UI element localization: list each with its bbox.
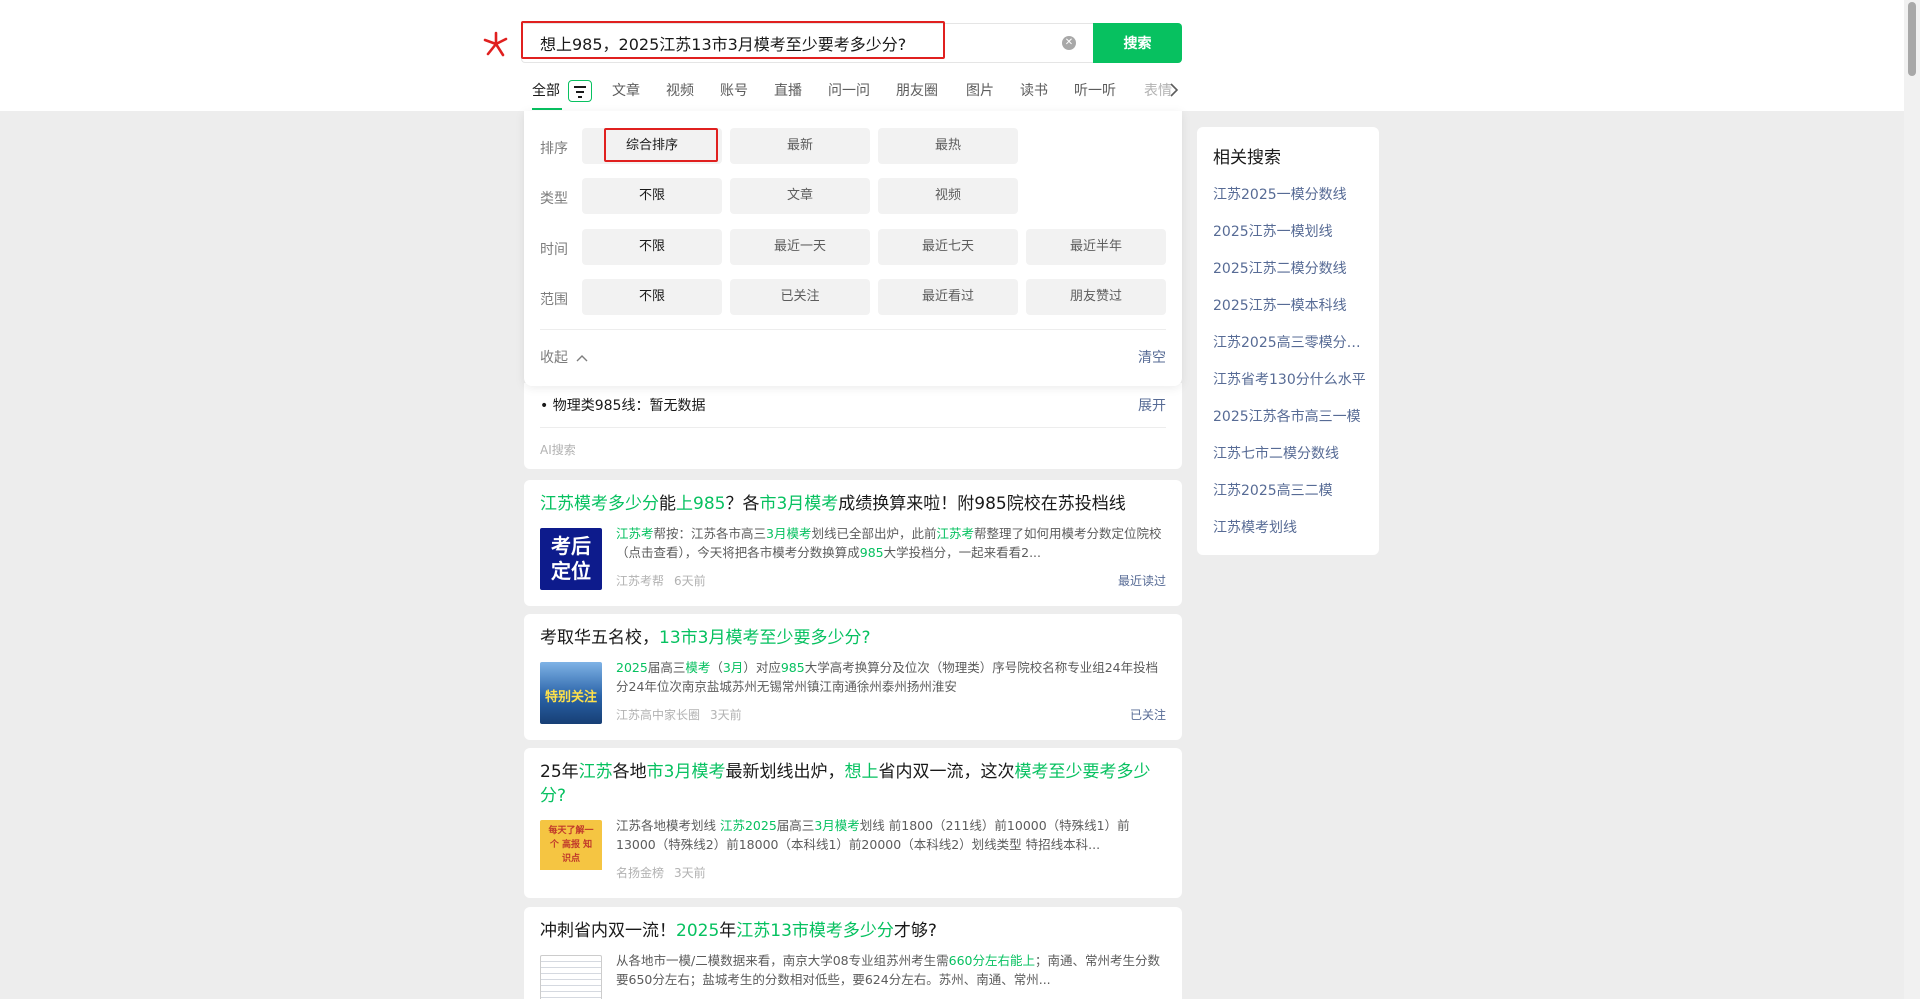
scope-option-followed[interactable]: 已关注 xyxy=(730,279,870,315)
result-title[interactable]: 冲刺省内双一流！2025年江苏13市模考多少分才够? xyxy=(540,919,1166,943)
result-meta: 江苏考帮 6天前 xyxy=(616,572,706,589)
filter-label-sort: 排序 xyxy=(540,141,568,157)
tab-images[interactable]: 图片 xyxy=(966,80,994,100)
tab-listen[interactable]: 听一听 xyxy=(1074,80,1116,100)
filter-label-time: 时间 xyxy=(540,242,568,258)
related-search-item[interactable]: 江苏七市二模分数线 xyxy=(1213,443,1368,463)
filter-panel: 排序 综合排序 最新 最热 类型 不限 文章 视频 时间 不限 最近一天 最近七… xyxy=(524,111,1182,386)
related-search-item[interactable]: 2025江苏各市高三一模 xyxy=(1213,406,1368,426)
scrollbar-track[interactable] xyxy=(1904,0,1920,999)
result-title[interactable]: 25年江苏各地市3月模考最新划线出炉，想上省内双一流，这次模考至少要考多少分? xyxy=(540,760,1166,808)
tab-live[interactable]: 直播 xyxy=(774,80,802,100)
time-option-half-year[interactable]: 最近半年 xyxy=(1026,229,1166,265)
tab-accounts[interactable]: 账号 xyxy=(720,80,748,100)
ai-summary-bullet: • 物理类985线：暂无数据 xyxy=(540,398,706,414)
result-meta: 江苏高中家长圈 3天前 xyxy=(616,706,742,723)
result-badge: 最近读过 xyxy=(1117,574,1166,588)
wechat-search-logo-icon[interactable] xyxy=(482,30,510,58)
result-description: 江苏考帮按：江苏各市高三3月模考划线已全部出炉，此前江苏考帮整理了如何用模考分数… xyxy=(616,526,1162,560)
result-meta: 名扬金榜 3天前 xyxy=(616,864,706,881)
result-thumbnail[interactable]: 特别关注 xyxy=(540,662,602,724)
sort-option-latest[interactable]: 最新 xyxy=(730,128,870,164)
related-searches-title: 相关搜索 xyxy=(1213,148,1281,168)
result-card-4[interactable]: 冲刺省内双一流！2025年江苏13市模考多少分才够? 从各地市一模/二模数据来看… xyxy=(524,907,1182,999)
scrollbar-thumb[interactable] xyxy=(1908,2,1916,76)
result-thumbnail-text: 考后定位 xyxy=(551,534,591,583)
result-description: 江苏各地模考划线 江苏2025届高三3月模考划线 前1800（211线）前100… xyxy=(616,818,1130,852)
scope-option-recently-viewed[interactable]: 最近看过 xyxy=(878,279,1018,315)
related-search-item[interactable]: 江苏2025高三零模分数线 xyxy=(1213,332,1368,352)
scope-option-friends-liked[interactable]: 朋友赞过 xyxy=(1026,279,1166,315)
result-description: 从各地市一模/二模数据来看，南京大学08专业组苏州考生需660分左右能上；南通、… xyxy=(616,953,1160,987)
related-search-item[interactable]: 江苏模考划线 xyxy=(1213,517,1368,537)
time-option-week[interactable]: 最近七天 xyxy=(878,229,1018,265)
result-time: 6天前 xyxy=(674,574,706,588)
ai-expand-button[interactable]: 展开 xyxy=(1138,395,1166,415)
result-time: 3天前 xyxy=(710,708,742,722)
result-time: 3天前 xyxy=(674,866,706,880)
result-card-2[interactable]: 考取华五名校，13市3月模考至少要多少分? 特别关注 2025届高三模考（3月）… xyxy=(524,614,1182,740)
type-option-video[interactable]: 视频 xyxy=(878,178,1018,214)
related-search-item[interactable]: 江苏2025高三二模 xyxy=(1213,480,1368,500)
result-thumbnail[interactable]: 考后定位 xyxy=(540,528,602,590)
related-search-item[interactable]: 2025江苏一模本科线 xyxy=(1213,295,1368,315)
related-searches-panel: 相关搜索 江苏2025一模分数线 2025江苏一模划线 2025江苏二模分数线 … xyxy=(1197,127,1379,555)
search-box[interactable] xyxy=(521,23,1093,63)
top-bar: ✕ 搜索 全部 文章 视频 账号 直播 问一问 朋友圈 图片 读书 听一听 表情 xyxy=(0,0,1904,111)
scope-option-any[interactable]: 不限 xyxy=(582,279,722,315)
related-search-item[interactable]: 江苏省考130分什么水平 xyxy=(1213,369,1368,389)
time-option-any[interactable]: 不限 xyxy=(582,229,722,265)
result-thumbnail[interactable]: 每天了解一个 高报 知识点 xyxy=(540,820,602,882)
tab-articles[interactable]: 文章 xyxy=(612,80,640,100)
result-description: 2025届高三模考（3月）对应985大学高考换算分及位次（物理类）序号院校名称专… xyxy=(616,660,1159,694)
type-option-any[interactable]: 不限 xyxy=(582,178,722,214)
result-badge: 已关注 xyxy=(1129,708,1166,722)
result-card-1[interactable]: 江苏模考多少分能上985？各市3月模考成绩换算来啦！附985院校在苏投档线 考后… xyxy=(524,480,1182,606)
sort-option-hottest[interactable]: 最热 xyxy=(878,128,1018,164)
chevron-up-icon xyxy=(576,355,588,362)
related-search-item[interactable]: 2025江苏二模分数线 xyxy=(1213,258,1368,278)
ai-search-tag: AI搜索 xyxy=(540,443,576,457)
tab-videos[interactable]: 视频 xyxy=(666,80,694,100)
sort-option-comprehensive[interactable]: 综合排序 xyxy=(582,128,722,164)
ai-summary-card: • 物理类985线：暂无数据 展开 AI搜索 xyxy=(524,383,1182,469)
filter-label-type: 类型 xyxy=(540,191,568,207)
result-thumbnail[interactable] xyxy=(540,955,602,999)
tab-moments[interactable]: 朋友圈 xyxy=(896,80,938,100)
type-option-article[interactable]: 文章 xyxy=(730,178,870,214)
filter-collapse-button[interactable]: 收起 xyxy=(540,347,588,367)
filter-divider xyxy=(540,329,1166,330)
ai-divider xyxy=(540,427,1166,428)
result-title[interactable]: 考取华五名校，13市3月模考至少要多少分? xyxy=(540,626,1166,650)
time-option-day[interactable]: 最近一天 xyxy=(730,229,870,265)
result-title[interactable]: 江苏模考多少分能上985？各市3月模考成绩换算来啦！附985院校在苏投档线 xyxy=(540,492,1166,516)
filter-icon[interactable] xyxy=(568,80,592,102)
filter-label-scope: 范围 xyxy=(540,292,568,308)
tab-reading[interactable]: 读书 xyxy=(1020,80,1048,100)
clear-search-icon[interactable]: ✕ xyxy=(1062,36,1076,50)
related-search-item[interactable]: 2025江苏一模划线 xyxy=(1213,221,1368,241)
related-search-item[interactable]: 江苏2025一模分数线 xyxy=(1213,184,1368,204)
result-card-3[interactable]: 25年江苏各地市3月模考最新划线出炉，想上省内双一流，这次模考至少要考多少分? … xyxy=(524,748,1182,898)
search-button[interactable]: 搜索 xyxy=(1093,23,1182,63)
search-input[interactable] xyxy=(522,24,1042,62)
tab-ask[interactable]: 问一问 xyxy=(828,80,870,100)
chevron-right-icon[interactable] xyxy=(1168,82,1180,98)
result-thumbnail-text: 每天了解一个 高报 知识点 xyxy=(540,820,602,870)
result-source[interactable]: 江苏考帮 xyxy=(616,574,664,588)
result-source[interactable]: 名扬金榜 xyxy=(616,866,664,880)
tab-all[interactable]: 全部 xyxy=(532,80,560,100)
result-source[interactable]: 江苏高中家长圈 xyxy=(616,708,700,722)
result-thumbnail-text: 特别关注 xyxy=(544,690,597,705)
filter-clear-button[interactable]: 清空 xyxy=(1138,347,1166,367)
active-tab-underline xyxy=(532,108,562,110)
